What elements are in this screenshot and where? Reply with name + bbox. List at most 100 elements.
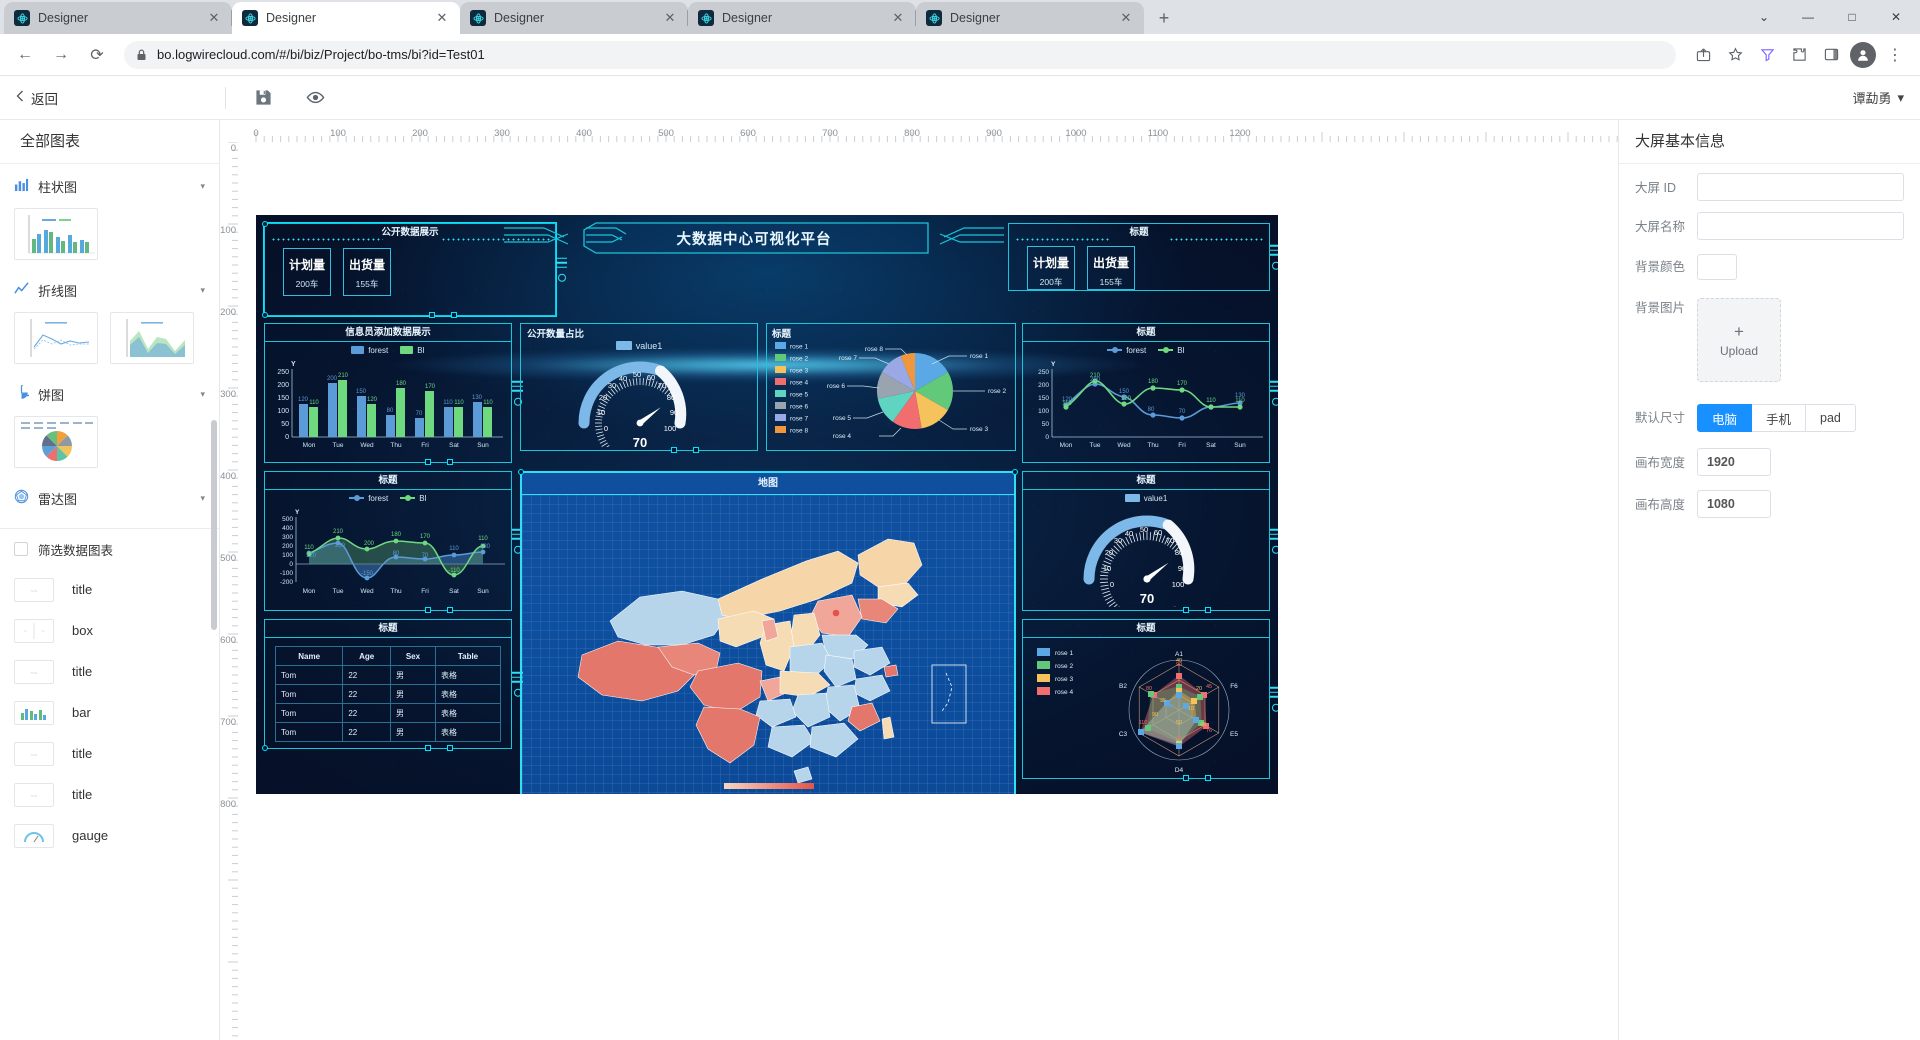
dashboard-banner[interactable]: 大数据中心可视化平台 xyxy=(578,222,930,254)
panel-side-controls[interactable] xyxy=(1270,380,1278,406)
kpi-plan[interactable]: 计划量 200车 xyxy=(1027,246,1075,290)
resize-handle-b1[interactable] xyxy=(425,607,431,613)
panel-radar[interactable]: 标题 rose 1 rose 2 rose 3 rose 4 A1 F6 E5 … xyxy=(1022,619,1278,781)
widget-item-title-3[interactable]: ~~ title xyxy=(14,733,205,774)
back-button[interactable]: 返回 xyxy=(16,88,58,108)
user-menu[interactable]: 谭勐勇 ▾ xyxy=(1852,88,1904,107)
category-radar-chart[interactable]: 雷达图 ▾ xyxy=(14,476,205,520)
resize-handle-tr[interactable] xyxy=(1012,469,1018,475)
resize-handle-bl[interactable] xyxy=(262,745,268,751)
resize-handle-bl[interactable] xyxy=(262,312,268,318)
panel-gauge-2[interactable]: 标题 value1 0 10 20 30 40 50 60 70 80 90 1… xyxy=(1022,471,1278,626)
panel-side-controls[interactable] xyxy=(1270,686,1278,712)
bookmark-star-icon[interactable] xyxy=(1720,40,1750,70)
share-icon[interactable] xyxy=(1688,40,1718,70)
resize-handle-b1[interactable] xyxy=(671,447,677,453)
resize-handle-tl[interactable] xyxy=(518,469,524,475)
resize-handle-b2[interactable] xyxy=(447,745,453,751)
design-canvas[interactable]: 公开数据展示 计划量 200车 出货量 155车 大数据中心可视化平台 标题 计… xyxy=(238,142,1618,1040)
screen-id-input[interactable] xyxy=(1697,173,1904,201)
forward-icon[interactable]: → xyxy=(46,40,76,70)
resize-handle-b1[interactable] xyxy=(425,745,431,751)
save-icon[interactable] xyxy=(248,83,278,113)
kpi-ship[interactable]: 出货量 155车 xyxy=(1087,246,1135,290)
canvas-height-input[interactable] xyxy=(1697,490,1771,518)
widget-item-title-2[interactable]: ~~ title xyxy=(14,651,205,692)
kpi-ship[interactable]: 出货量 155车 xyxy=(343,248,391,296)
chevron-down-icon[interactable]: ▾ xyxy=(200,285,205,296)
kpi-plan[interactable]: 计划量 200车 xyxy=(283,248,331,296)
panel-side-controls[interactable] xyxy=(512,671,523,697)
left-panel-scrollbar[interactable] xyxy=(211,420,217,630)
widget-item-gauge[interactable]: gauge xyxy=(14,815,205,856)
browser-tab-1[interactable]: Designer ✕ xyxy=(4,2,232,34)
size-option-phone[interactable]: 手机 xyxy=(1752,404,1807,432)
chevron-down-icon[interactable]: ▾ xyxy=(200,493,205,504)
tab-close-icon[interactable]: ✕ xyxy=(434,10,450,26)
browser-tab-2[interactable]: Designer ✕ xyxy=(232,2,460,34)
panel-rose-pie[interactable]: 标题 rose 1 rose 2 rose 3 rose 4 rose 5 ro… xyxy=(766,323,1016,451)
resize-handle-b2[interactable] xyxy=(693,447,699,453)
reload-icon[interactable]: ⟳ xyxy=(82,40,112,70)
minimize-button[interactable]: — xyxy=(1786,1,1830,33)
browser-tab-4[interactable]: Designer ✕ xyxy=(688,2,916,34)
category-pie-chart[interactable]: 饼图 ▾ xyxy=(14,372,205,416)
panel-line-right[interactable]: 标题 forest BI Y 250 200 150 100 50 0 120 … xyxy=(1022,323,1278,463)
address-bar[interactable]: bo.logwirecloud.com/#/bi/biz/Project/bo-… xyxy=(124,40,1676,69)
browser-tab-5[interactable]: Designer ✕ xyxy=(916,2,1144,34)
resize-handle-b1[interactable] xyxy=(425,459,431,465)
size-option-desktop[interactable]: 电脑 xyxy=(1697,404,1753,432)
canvas-workspace[interactable]: 0 100 200 300 400 500 600 700 800 900 10… xyxy=(220,120,1618,1040)
resize-handle-b2[interactable] xyxy=(447,459,453,465)
maximize-button[interactable]: □ xyxy=(1830,1,1874,33)
sidepanel-icon[interactable] xyxy=(1816,40,1846,70)
chart-thumbnail-bar[interactable] xyxy=(14,208,98,260)
eye-icon[interactable] xyxy=(300,83,330,113)
chevron-down-icon[interactable]: ▾ xyxy=(200,181,205,192)
tab-close-icon[interactable]: ✕ xyxy=(662,10,678,26)
panel-area-chart[interactable]: 标题 forest BI Y 500 400 300 200 100 0 -100 -20… xyxy=(264,471,523,613)
resize-handle-b1[interactable] xyxy=(429,312,435,318)
filter-icon[interactable] xyxy=(1752,40,1782,70)
dashboard-screen[interactable]: 公开数据展示 计划量 200车 出货量 155车 大数据中心可视化平台 标题 计… xyxy=(256,215,1278,794)
resize-handle-b2[interactable] xyxy=(451,312,457,318)
background-color-swatch[interactable] xyxy=(1697,254,1737,280)
screen-name-input[interactable] xyxy=(1697,212,1904,240)
widget-item-title-4[interactable]: ~~ title xyxy=(14,774,205,815)
widget-item-box[interactable]: ~ ~ box xyxy=(14,610,205,651)
chevron-down-icon[interactable]: ⌄ xyxy=(1742,1,1786,33)
chart-thumbnail-pie[interactable] xyxy=(14,416,98,468)
resize-handle-b2[interactable] xyxy=(1205,607,1211,613)
canvas-width-input[interactable] xyxy=(1697,448,1771,476)
panel-side-controls[interactable] xyxy=(1270,244,1278,270)
browser-menu-icon[interactable]: ⋮ xyxy=(1880,40,1910,70)
resize-handle-b2[interactable] xyxy=(1205,775,1211,781)
chart-thumbnail-area[interactable] xyxy=(110,312,194,364)
new-tab-button[interactable]: + xyxy=(1150,4,1178,32)
panel-top-right[interactable]: 标题 计划量 200车 出货量 155车 xyxy=(1008,223,1278,291)
filter-data-chart-row[interactable]: 筛选数据图表 xyxy=(14,529,205,569)
widget-item-bar[interactable]: bar xyxy=(14,692,205,733)
resize-handle-b1[interactable] xyxy=(1183,775,1189,781)
panel-side-controls[interactable] xyxy=(556,257,567,282)
chevron-down-icon[interactable]: ▾ xyxy=(200,389,205,400)
tab-close-icon[interactable]: ✕ xyxy=(890,10,906,26)
extensions-puzzle-icon[interactable] xyxy=(1784,40,1814,70)
panel-data-table[interactable]: 标题 Name Age Sex Table Tom 22 男 表格 Tom 22… xyxy=(262,619,523,751)
category-line-chart[interactable]: 折线图 ▾ xyxy=(14,268,205,312)
size-option-pad[interactable]: pad xyxy=(1806,404,1856,432)
resize-handle-b1[interactable] xyxy=(1183,607,1189,613)
tab-close-icon[interactable]: ✕ xyxy=(206,10,222,26)
back-icon[interactable]: ← xyxy=(10,40,40,70)
browser-tab-3[interactable]: Designer ✕ xyxy=(460,2,688,34)
resize-handle-tl[interactable] xyxy=(262,221,268,227)
category-bar-chart[interactable]: 柱状图 ▾ xyxy=(14,164,205,208)
upload-background-image-button[interactable]: + Upload xyxy=(1697,298,1781,382)
filter-data-checkbox[interactable] xyxy=(14,542,28,556)
panel-side-controls[interactable] xyxy=(1270,528,1278,554)
tab-close-icon[interactable]: ✕ xyxy=(1118,10,1134,26)
panel-map[interactable]: 地图 xyxy=(518,469,1018,794)
panel-bar-chart[interactable]: 信息员添加数据展示 forest BI Y 250 200 150 100 50 0 xyxy=(264,323,523,465)
close-window-button[interactable]: ✕ xyxy=(1874,1,1918,33)
profile-avatar-icon[interactable] xyxy=(1848,40,1878,70)
